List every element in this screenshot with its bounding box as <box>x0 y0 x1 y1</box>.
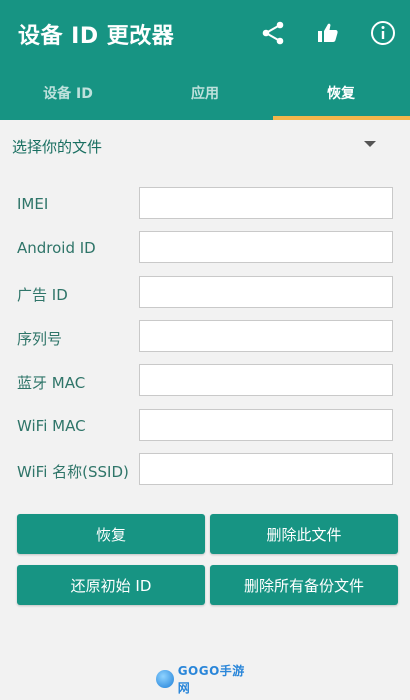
imei-label: IMEI <box>17 195 49 213</box>
imei-field[interactable] <box>139 187 393 219</box>
share-icon[interactable] <box>258 18 288 48</box>
android-id-label: Android ID <box>17 239 96 257</box>
bluetooth-mac-field[interactable] <box>139 364 393 396</box>
wifi-ssid-label: WiFi 名称(SSID) <box>17 463 129 481</box>
tab-device-id[interactable]: 设备 ID <box>0 66 136 120</box>
delete-all-backups-button[interactable]: 删除所有备份文件 <box>210 565 398 605</box>
tab-apps[interactable]: 应用 <box>137 66 273 120</box>
file-chooser-label: 选择你的文件 <box>12 138 103 156</box>
wifi-ssid-field[interactable] <box>139 453 393 485</box>
wifi-mac-label: WiFi MAC <box>17 417 86 435</box>
restore-button[interactable]: 恢复 <box>17 514 205 554</box>
watermark-ball-icon <box>156 670 174 688</box>
app-bar: 设备 ID 更改器 <box>0 0 410 66</box>
restore-original-id-button[interactable]: 还原初始 ID <box>17 565 205 605</box>
serial-label: 序列号 <box>17 330 63 348</box>
ad-id-field[interactable] <box>139 276 393 308</box>
tab-restore[interactable]: 恢复 <box>273 66 409 120</box>
file-chooser-dropdown[interactable]: 选择你的文件 <box>0 120 410 170</box>
android-id-field[interactable] <box>139 231 393 263</box>
app-title: 设备 ID 更改器 <box>18 24 175 49</box>
thumbs-up-icon[interactable] <box>313 18 343 48</box>
serial-field[interactable] <box>139 320 393 352</box>
delete-file-button[interactable]: 删除此文件 <box>210 514 398 554</box>
dropdown-arrow-icon <box>364 141 376 147</box>
tab-bar: 设备 ID 应用 恢复 <box>0 66 410 120</box>
watermark-text: GOGO手游网 <box>177 664 245 695</box>
ad-id-label: 广告 ID <box>17 286 68 304</box>
bluetooth-mac-label: 蓝牙 MAC <box>17 374 86 392</box>
wifi-mac-field[interactable] <box>139 409 393 441</box>
info-icon[interactable] <box>368 18 398 48</box>
watermark-logo: GOGO手游网 <box>156 664 256 695</box>
